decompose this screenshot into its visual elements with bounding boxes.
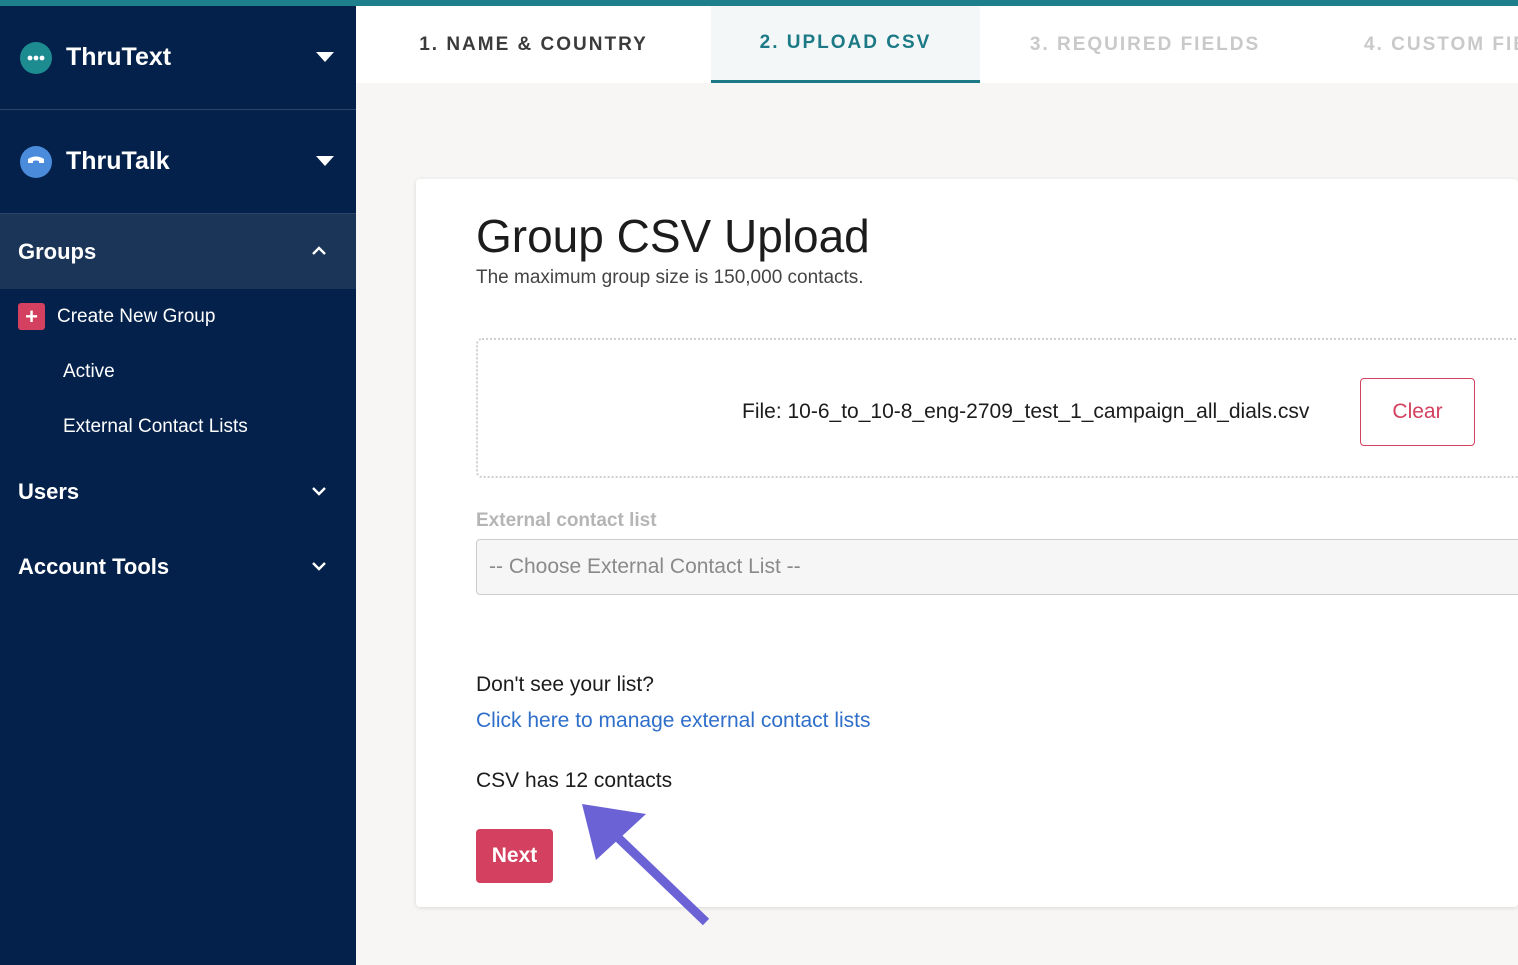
app-switcher-thrutext[interactable]: ThruText xyxy=(0,6,356,110)
app-label: ThruText xyxy=(66,43,172,71)
clear-button[interactable]: Clear xyxy=(1360,378,1475,446)
selected-file-name: File: 10-6_to_10-8_eng-2709_test_1_campa… xyxy=(742,400,1310,423)
tab-custom-fields: 4. CUSTOM FIE xyxy=(1364,33,1518,55)
caret-down-icon xyxy=(316,52,334,62)
sidebar-item-external-contact-lists[interactable]: External Contact Lists xyxy=(0,399,356,454)
annotation-arrow-icon xyxy=(582,804,710,926)
sidebar-section-groups[interactable]: Groups xyxy=(0,214,356,289)
max-size-note: The maximum group size is 150,000 contac… xyxy=(476,267,864,288)
file-dropzone[interactable]: File: 10-6_to_10-8_eng-2709_test_1_campa… xyxy=(476,338,1518,478)
tab-name-and-country[interactable]: 1. NAME & COUNTRY xyxy=(356,6,711,83)
help-question: Don't see your list? xyxy=(476,673,654,696)
chat-bubble-icon xyxy=(20,41,52,74)
section-label: Groups xyxy=(18,238,97,264)
sidebar-section-account-tools[interactable]: Account Tools xyxy=(0,529,356,604)
sidebar-item-label: Active xyxy=(63,360,115,382)
tab-required-fields: 3. REQUIRED FIELDS xyxy=(1029,33,1261,55)
chevron-down-icon xyxy=(312,562,326,571)
manage-external-lists-link[interactable]: Click here to manage external contact li… xyxy=(476,709,871,733)
external-contact-list-label: External contact list xyxy=(476,510,657,531)
sidebar-item-active[interactable]: Active xyxy=(0,344,356,399)
caret-down-icon xyxy=(316,156,334,166)
sidebar-item-label: Create New Group xyxy=(57,305,216,327)
section-label: Users xyxy=(18,478,80,504)
app-switcher-thrutalk[interactable]: ThruTalk xyxy=(0,110,356,214)
csv-contact-count: CSV has 12 contacts xyxy=(476,769,673,792)
external-contact-list-select[interactable]: -- Choose External Contact List -- xyxy=(476,539,1518,595)
tab-upload-csv[interactable]: 2. UPLOAD CSV xyxy=(711,6,980,83)
app-label: ThruTalk xyxy=(66,147,170,175)
sidebar-section-users[interactable]: Users xyxy=(0,454,356,529)
next-button[interactable]: Next xyxy=(476,829,553,883)
page-title: Group CSV Upload xyxy=(476,210,870,262)
sidebar: ThruText ThruTalk Groups + Create New Gr… xyxy=(0,6,356,965)
section-label: Account Tools xyxy=(18,553,170,579)
wizard-steps: 1. NAME & COUNTRY 2. UPLOAD CSV 3. REQUI… xyxy=(356,6,1518,83)
phone-icon xyxy=(20,145,52,178)
sidebar-item-create-new-group[interactable]: + Create New Group xyxy=(0,289,356,344)
plus-icon: + xyxy=(18,303,45,330)
sidebar-item-label: External Contact Lists xyxy=(63,415,248,437)
chevron-down-icon xyxy=(312,487,326,496)
chevron-up-icon xyxy=(312,246,326,255)
upload-card: Group CSV Upload The maximum group size … xyxy=(416,179,1518,907)
